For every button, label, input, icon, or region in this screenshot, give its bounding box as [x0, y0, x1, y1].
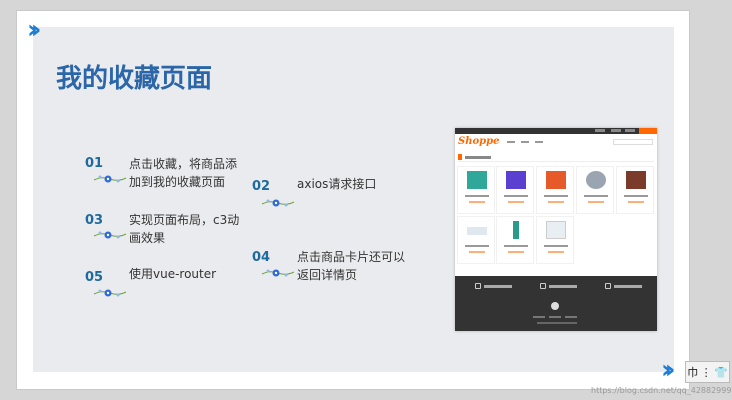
window-icon[interactable]: 巾 — [687, 364, 698, 380]
product-card — [457, 166, 495, 214]
section-header — [458, 153, 654, 162]
more-icon[interactable]: ⋮ — [701, 366, 712, 379]
item-number: 01 — [85, 156, 104, 171]
chevron-right-icon: ›› — [27, 15, 42, 45]
item-text: 点击商品卡片还可以 返回详情页 — [297, 250, 406, 282]
product-card — [536, 216, 574, 264]
watermark: https://blog.csdn.net/qq_42882999 — [591, 386, 732, 395]
item-number: 05 — [85, 270, 104, 285]
product-card — [457, 216, 495, 264]
item-number: 03 — [85, 213, 104, 228]
slide-title: 我的收藏页面 — [56, 64, 213, 94]
github-icon — [551, 302, 559, 310]
item-number: 02 — [252, 179, 271, 194]
product-card — [496, 216, 534, 264]
product-card — [536, 166, 574, 214]
search-box — [613, 139, 653, 145]
flower-ornament-icon — [93, 175, 127, 183]
chevron-right-icon: ›› — [661, 355, 676, 385]
item-text: 实现页面布局，c3动 画效果 — [129, 213, 240, 245]
product-card — [576, 166, 614, 214]
item-number: 04 — [252, 250, 271, 265]
item-text: 使用vue-router — [129, 267, 217, 281]
flower-ornament-icon — [93, 231, 127, 239]
top-bar — [455, 128, 657, 134]
toolbar-widget[interactable]: 巾 ⋮ 👕 — [685, 361, 730, 383]
item-text: axios请求接口 — [297, 177, 377, 191]
product-card — [496, 166, 534, 214]
shop-logo: Shoppe — [458, 136, 500, 147]
item-text: 点击收藏，将商品添 加到我的收藏页面 — [129, 157, 238, 189]
flower-ornament-icon — [93, 289, 127, 297]
flower-ornament-icon — [261, 199, 295, 207]
flower-ornament-icon — [261, 269, 295, 277]
shirt-icon[interactable]: 👕 — [714, 366, 728, 379]
shop-page-screenshot: Shoppe — [455, 128, 657, 331]
shop-footer — [455, 276, 657, 331]
product-card — [616, 166, 654, 214]
